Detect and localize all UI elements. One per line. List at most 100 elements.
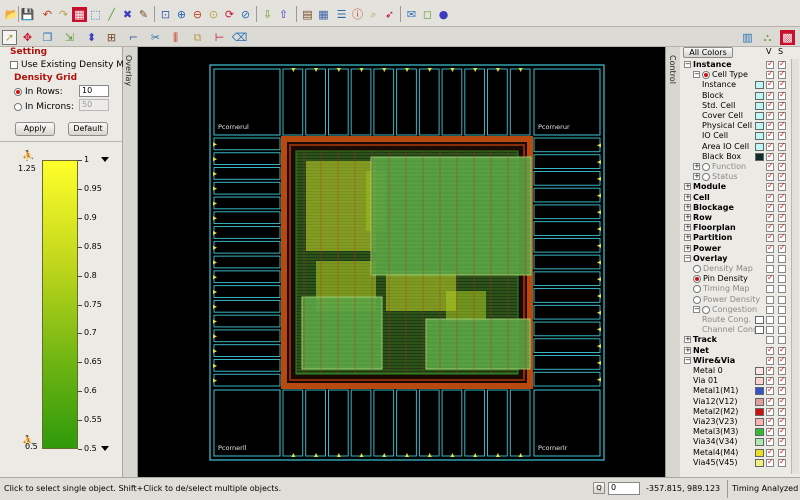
io-pad[interactable] bbox=[509, 68, 531, 136]
zoom-area-icon[interactable]: ⊡ bbox=[158, 7, 173, 22]
in-microns-input[interactable]: 50 bbox=[79, 99, 109, 111]
stretch-icon[interactable]: ⇲ bbox=[62, 30, 77, 45]
selectable-checkbox[interactable] bbox=[778, 243, 786, 253]
io-pad[interactable] bbox=[213, 152, 281, 165]
layer-radio[interactable] bbox=[693, 265, 701, 273]
visible-checkbox[interactable] bbox=[766, 120, 774, 131]
hard-macro[interactable] bbox=[425, 318, 531, 370]
selectable-checkbox[interactable] bbox=[778, 79, 786, 90]
io-pad[interactable] bbox=[533, 171, 601, 186]
zoom-in-icon[interactable]: ⊕ bbox=[174, 7, 189, 22]
selectable-checkbox[interactable] bbox=[778, 457, 786, 467]
layer-color-swatch[interactable] bbox=[755, 418, 764, 426]
info-icon[interactable]: ⓘ bbox=[350, 7, 365, 22]
layer-color-swatch[interactable] bbox=[755, 316, 764, 324]
visible-checkbox[interactable] bbox=[766, 181, 774, 192]
settings-icon[interactable]: ● bbox=[436, 7, 451, 22]
selectable-checkbox[interactable] bbox=[778, 375, 786, 386]
layer-color-swatch[interactable] bbox=[755, 152, 764, 161]
selectable-checkbox[interactable] bbox=[778, 202, 786, 212]
visible-checkbox[interactable] bbox=[766, 375, 774, 386]
layer-row[interactable]: − Congestion bbox=[680, 305, 800, 315]
io-pad[interactable] bbox=[213, 226, 281, 239]
layer-color-swatch[interactable] bbox=[755, 438, 764, 447]
visible-checkbox[interactable] bbox=[766, 273, 774, 284]
expand-icon[interactable]: + bbox=[684, 203, 691, 211]
io-pad[interactable] bbox=[487, 68, 508, 136]
io-pad[interactable] bbox=[533, 355, 601, 370]
layer-color-swatch[interactable] bbox=[755, 112, 764, 120]
selectable-checkbox[interactable] bbox=[778, 141, 786, 151]
selectable-checkbox[interactable] bbox=[778, 295, 786, 304]
selectable-checkbox[interactable] bbox=[778, 181, 786, 192]
io-pad[interactable] bbox=[213, 314, 281, 328]
notes-icon[interactable]: ✉ bbox=[404, 7, 419, 22]
cut-icon[interactable]: ✂ bbox=[148, 30, 163, 45]
layer-radio[interactable] bbox=[693, 295, 701, 304]
io-pad[interactable] bbox=[213, 373, 281, 387]
layer-color-swatch[interactable] bbox=[755, 91, 764, 100]
visible-checkbox[interactable] bbox=[766, 79, 774, 90]
visible-checkbox[interactable] bbox=[766, 110, 774, 120]
io-pad[interactable] bbox=[533, 154, 601, 169]
visible-checkbox[interactable] bbox=[766, 243, 774, 253]
visible-checkbox[interactable] bbox=[766, 254, 774, 263]
selectable-checkbox[interactable] bbox=[778, 100, 786, 110]
measure-icon[interactable]: ➶ bbox=[382, 7, 397, 22]
search-icon[interactable]: ⌕ bbox=[366, 7, 381, 22]
visible-checkbox[interactable] bbox=[766, 295, 774, 304]
expand-icon[interactable]: + bbox=[684, 193, 691, 201]
io-pad[interactable] bbox=[464, 389, 485, 457]
legend-min-dropdown-icon[interactable] bbox=[101, 446, 109, 451]
io-pad[interactable] bbox=[533, 321, 601, 337]
legend-max-dropdown-icon[interactable] bbox=[101, 157, 109, 162]
io-pad[interactable] bbox=[533, 288, 601, 303]
selectable-checkbox[interactable] bbox=[778, 365, 786, 375]
save-icon[interactable]: 💾 bbox=[20, 7, 35, 22]
visible-checkbox[interactable] bbox=[766, 151, 774, 161]
layer-row[interactable]: Channel Cong. bbox=[680, 325, 800, 335]
io-pad[interactable] bbox=[464, 68, 485, 136]
layer-row[interactable]: − Overlay bbox=[680, 254, 800, 264]
selectable-checkbox[interactable] bbox=[778, 447, 786, 457]
visible-checkbox[interactable] bbox=[766, 365, 774, 375]
io-pad[interactable] bbox=[213, 255, 281, 269]
in-microns-radio[interactable] bbox=[14, 103, 22, 111]
io-pad[interactable] bbox=[533, 254, 601, 270]
visible-checkbox[interactable] bbox=[766, 130, 774, 141]
layer-panel-scrollbar[interactable] bbox=[791, 59, 799, 474]
add-icon[interactable]: ⊞ bbox=[104, 30, 119, 45]
io-pad[interactable] bbox=[533, 338, 601, 353]
selectable-checkbox[interactable] bbox=[778, 222, 786, 233]
collapse-icon[interactable]: − bbox=[684, 356, 691, 364]
ruler-icon[interactable]: ⊢ bbox=[212, 30, 227, 45]
selectable-checkbox[interactable] bbox=[778, 69, 786, 80]
expand-icon[interactable]: + bbox=[684, 183, 691, 191]
layout-canvas[interactable]: Pcornerul Pcornerur Pcornerll Pcornerlr bbox=[138, 47, 665, 477]
select-by-box-icon[interactable]: ⬚ bbox=[88, 7, 103, 22]
io-pad[interactable] bbox=[350, 389, 372, 457]
visible-checkbox[interactable] bbox=[766, 100, 774, 110]
layer-row[interactable]: Route Cong. bbox=[680, 315, 800, 325]
expand-icon[interactable]: + bbox=[693, 173, 700, 181]
io-pad[interactable] bbox=[396, 68, 417, 136]
visible-checkbox[interactable] bbox=[766, 69, 774, 80]
io-pad[interactable] bbox=[282, 68, 304, 136]
selectable-checkbox[interactable] bbox=[778, 161, 786, 171]
io-pad[interactable] bbox=[213, 329, 281, 343]
layer-color-swatch[interactable] bbox=[755, 397, 764, 406]
select-by-line-icon[interactable]: ╱ bbox=[104, 7, 119, 22]
redo-icon[interactable]: ↷ bbox=[56, 7, 71, 22]
io-pad[interactable] bbox=[213, 359, 281, 372]
in-rows-input[interactable]: 10 bbox=[79, 85, 109, 97]
deselect-icon[interactable]: ✖ bbox=[120, 7, 135, 22]
io-pad[interactable] bbox=[533, 304, 601, 320]
visible-checkbox[interactable] bbox=[766, 385, 774, 396]
undo-icon[interactable]: ↶ bbox=[40, 7, 55, 22]
control-tab[interactable]: Control bbox=[665, 47, 680, 477]
collapse-icon[interactable]: − bbox=[693, 305, 700, 313]
window-icon[interactable]: ◻ bbox=[420, 7, 435, 22]
selectable-checkbox[interactable] bbox=[778, 326, 786, 335]
layer-color-swatch[interactable] bbox=[755, 142, 764, 151]
selectable-checkbox[interactable] bbox=[778, 316, 786, 324]
